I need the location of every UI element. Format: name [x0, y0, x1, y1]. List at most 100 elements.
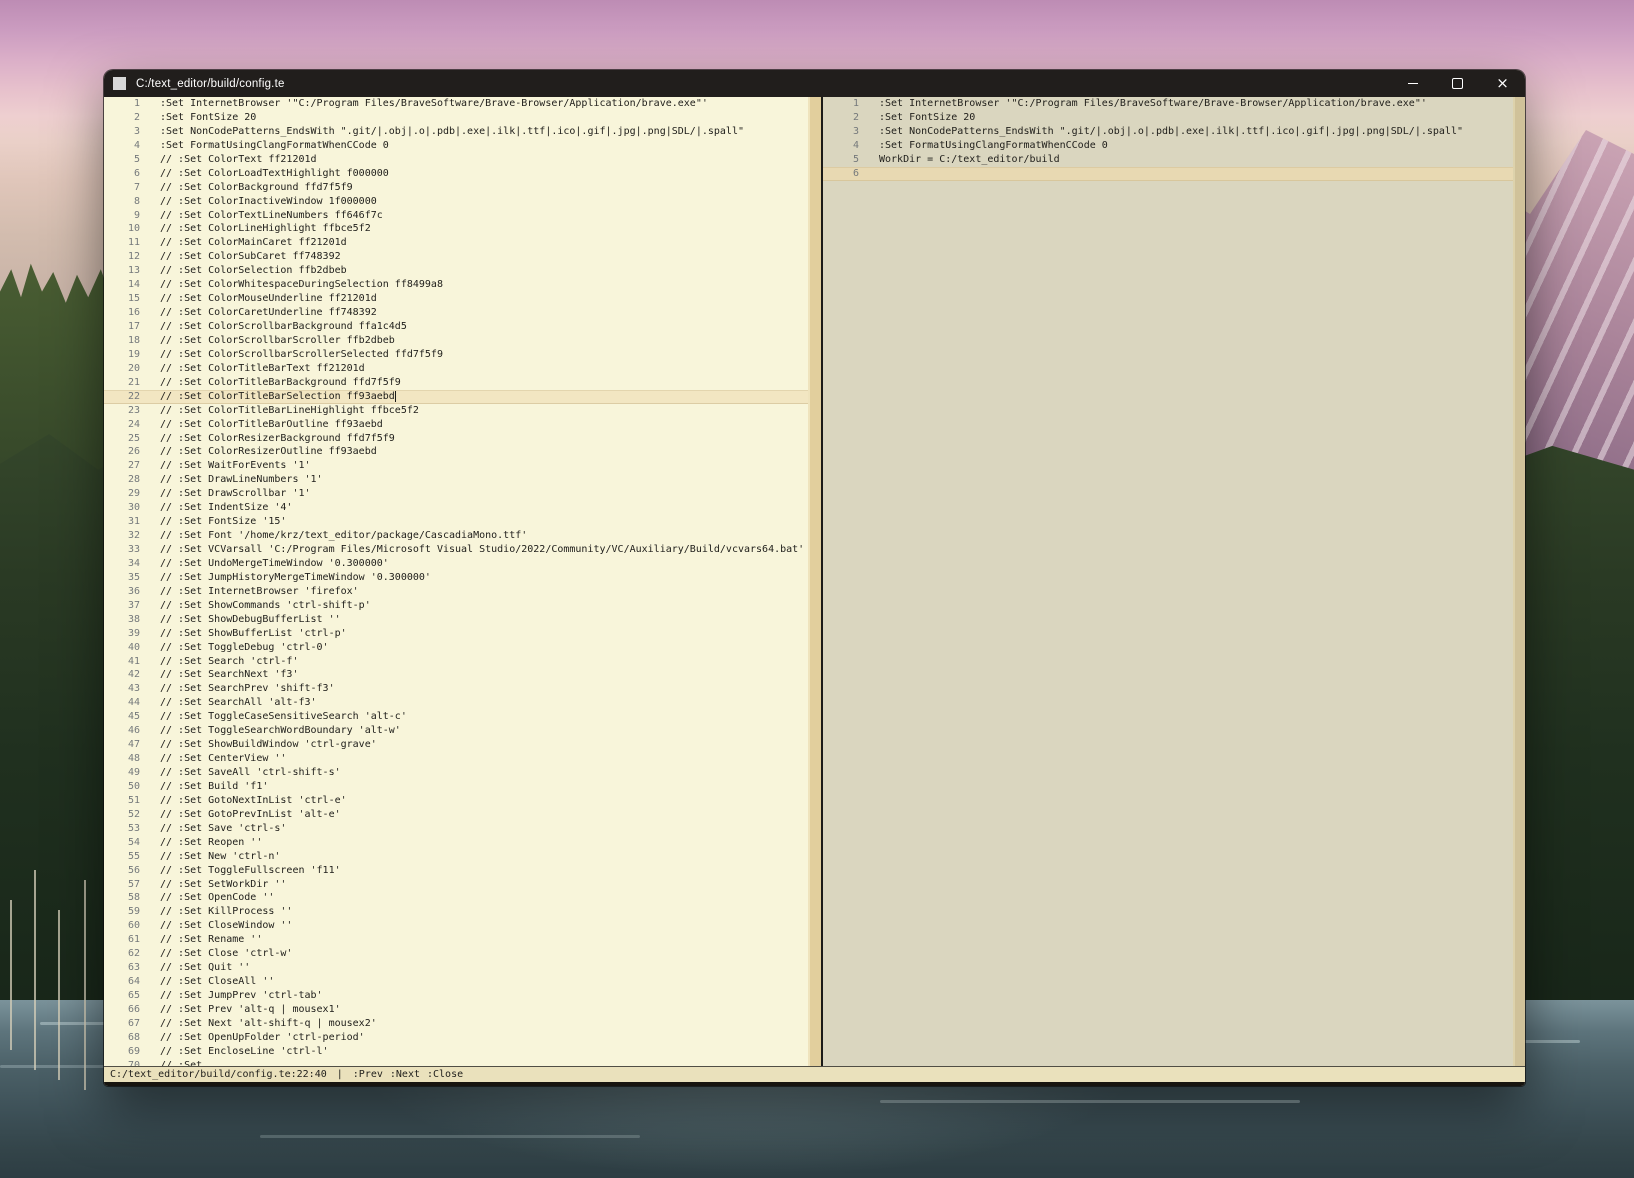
code-line[interactable]: 49// :Set SaveAll 'ctrl-shift-s': [104, 766, 808, 780]
code-line[interactable]: 57// :Set SetWorkDir '': [104, 878, 808, 892]
code-line[interactable]: 14// :Set ColorWhitespaceDuringSelection…: [104, 278, 808, 292]
line-number: 43: [104, 682, 140, 696]
code-line[interactable]: 63// :Set Quit '': [104, 961, 808, 975]
code-line[interactable]: 58// :Set OpenCode '': [104, 891, 808, 905]
code-line[interactable]: 24// :Set ColorTitleBarOutline ff93aebd: [104, 418, 808, 432]
code-line[interactable]: 27// :Set WaitForEvents '1': [104, 459, 808, 473]
code-line[interactable]: 22// :Set ColorTitleBarSelection ff93aeb…: [104, 390, 808, 404]
code-line[interactable]: 50// :Set Build 'f1': [104, 780, 808, 794]
code-line[interactable]: 5// :Set ColorText ff21201d: [104, 153, 808, 167]
code-line[interactable]: 12// :Set ColorSubCaret ff748392: [104, 250, 808, 264]
code-line[interactable]: 26// :Set ColorResizerOutline ff93aebd: [104, 445, 808, 459]
code-line[interactable]: 62// :Set Close 'ctrl-w': [104, 947, 808, 961]
title-bar[interactable]: C:/text_editor/build/config.te ×: [104, 70, 1525, 97]
code-line[interactable]: 45// :Set ToggleCaseSensitiveSearch 'alt…: [104, 710, 808, 724]
code-line[interactable]: 10// :Set ColorLineHighlight ffbce5f2: [104, 222, 808, 236]
code-line[interactable]: 59// :Set KillProcess '': [104, 905, 808, 919]
code-line[interactable]: 54// :Set Reopen '': [104, 836, 808, 850]
code-line[interactable]: 13// :Set ColorSelection ffb2dbeb: [104, 264, 808, 278]
code-line[interactable]: 56// :Set ToggleFullscreen 'f11': [104, 864, 808, 878]
code-line[interactable]: 51// :Set GotoNextInList 'ctrl-e': [104, 794, 808, 808]
code-line[interactable]: 8// :Set ColorInactiveWindow 1f000000: [104, 195, 808, 209]
editor-pane-inactive[interactable]: 1:Set InternetBrowser '"C:/Program Files…: [823, 97, 1513, 1066]
right-scrollbar[interactable]: [1513, 97, 1525, 1066]
code-line[interactable]: 69// :Set EncloseLine 'ctrl-l': [104, 1045, 808, 1059]
code-line[interactable]: 2:Set FontSize 20: [104, 111, 808, 125]
code-line[interactable]: 43// :Set SearchPrev 'shift-f3': [104, 682, 808, 696]
code-line[interactable]: 48// :Set CenterView '': [104, 752, 808, 766]
left-scrollbar-thumb[interactable]: [810, 97, 821, 1066]
close-button[interactable]: ×: [1480, 70, 1525, 97]
line-number: 4: [104, 139, 140, 153]
code-line[interactable]: 66// :Set Prev 'alt-q | mousex1': [104, 1003, 808, 1017]
code-line[interactable]: 53// :Set Save 'ctrl-s': [104, 822, 808, 836]
code-line[interactable]: 17// :Set ColorScrollbarBackground ffa1c…: [104, 320, 808, 334]
code-line[interactable]: 29// :Set DrawScrollbar '1': [104, 487, 808, 501]
status-commands: :Prev :Next :Close: [353, 1068, 463, 1082]
code-line[interactable]: 5WorkDir = C:/text_editor/build: [823, 153, 1513, 167]
status-command[interactable]: :Next: [390, 1068, 420, 1082]
code-line[interactable]: 6// :Set ColorLoadTextHighlight f000000: [104, 167, 808, 181]
code-line[interactable]: 21// :Set ColorTitleBarBackground ffd7f5…: [104, 376, 808, 390]
line-text: :Set FontSize 20: [160, 111, 256, 125]
code-line[interactable]: 35// :Set JumpHistoryMergeTimeWindow '0.…: [104, 571, 808, 585]
code-line[interactable]: 47// :Set ShowBuildWindow 'ctrl-grave': [104, 738, 808, 752]
code-line[interactable]: 18// :Set ColorScrollbarScroller ffb2dbe…: [104, 334, 808, 348]
left-scrollbar[interactable]: [808, 97, 821, 1066]
maximize-button[interactable]: [1435, 70, 1480, 97]
code-line[interactable]: 67// :Set Next 'alt-shift-q | mousex2': [104, 1017, 808, 1031]
code-line[interactable]: 3:Set NonCodePatterns_EndsWith ".git/|.o…: [823, 125, 1513, 139]
code-line[interactable]: 11// :Set ColorMainCaret ff21201d: [104, 236, 808, 250]
code-line[interactable]: 68// :Set OpenUpFolder 'ctrl-period': [104, 1031, 808, 1045]
code-line[interactable]: 30// :Set IndentSize '4': [104, 501, 808, 515]
line-number: 67: [104, 1017, 140, 1031]
code-line[interactable]: 44// :Set SearchAll 'alt-f3': [104, 696, 808, 710]
line-text: // :Set SetWorkDir '': [160, 878, 286, 892]
code-line[interactable]: 3:Set NonCodePatterns_EndsWith ".git/|.o…: [104, 125, 808, 139]
code-line[interactable]: 42// :Set SearchNext 'f3': [104, 668, 808, 682]
code-line[interactable]: 6: [823, 167, 1513, 181]
code-line[interactable]: 64// :Set CloseAll '': [104, 975, 808, 989]
right-editor-lines: 1:Set InternetBrowser '"C:/Program Files…: [823, 97, 1513, 181]
line-number: 42: [104, 668, 140, 682]
code-line[interactable]: 40// :Set ToggleDebug 'ctrl-0': [104, 641, 808, 655]
code-line[interactable]: 28// :Set DrawLineNumbers '1': [104, 473, 808, 487]
code-line[interactable]: 46// :Set ToggleSearchWordBoundary 'alt-…: [104, 724, 808, 738]
code-line[interactable]: 33// :Set VCVarsall 'C:/Program Files/Mi…: [104, 543, 808, 557]
minimize-button[interactable]: [1390, 70, 1435, 97]
status-separator: |: [337, 1068, 343, 1082]
code-line[interactable]: 65// :Set JumpPrev 'ctrl-tab': [104, 989, 808, 1003]
code-line[interactable]: 41// :Set Search 'ctrl-f': [104, 655, 808, 669]
code-line[interactable]: 25// :Set ColorResizerBackground ffd7f5f…: [104, 432, 808, 446]
code-line[interactable]: 1:Set InternetBrowser '"C:/Program Files…: [823, 97, 1513, 111]
code-line[interactable]: 19// :Set ColorScrollbarScrollerSelected…: [104, 348, 808, 362]
code-line[interactable]: 38// :Set ShowDebugBufferList '': [104, 613, 808, 627]
code-line[interactable]: 61// :Set Rename '': [104, 933, 808, 947]
code-line[interactable]: 55// :Set New 'ctrl-n': [104, 850, 808, 864]
code-line[interactable]: 15// :Set ColorMouseUnderline ff21201d: [104, 292, 808, 306]
code-line[interactable]: 37// :Set ShowCommands 'ctrl-shift-p': [104, 599, 808, 613]
code-line[interactable]: 39// :Set ShowBufferList 'ctrl-p': [104, 627, 808, 641]
line-number: 6: [823, 167, 859, 181]
code-line[interactable]: 60// :Set CloseWindow '': [104, 919, 808, 933]
code-line[interactable]: 36// :Set InternetBrowser 'firefox': [104, 585, 808, 599]
right-scrollbar-thumb[interactable]: [1515, 97, 1525, 1066]
editor-pane-active[interactable]: 1:Set InternetBrowser '"C:/Program Files…: [104, 97, 808, 1066]
code-line[interactable]: 34// :Set UndoMergeTimeWindow '0.300000': [104, 557, 808, 571]
code-line[interactable]: 9// :Set ColorTextLineNumbers ff646f7c: [104, 209, 808, 223]
status-command[interactable]: :Prev: [353, 1068, 383, 1082]
code-line[interactable]: 7// :Set ColorBackground ffd7f5f9: [104, 181, 808, 195]
code-line[interactable]: 23// :Set ColorTitleBarLineHighlight ffb…: [104, 404, 808, 418]
status-command[interactable]: :Close: [427, 1068, 463, 1082]
code-line[interactable]: 4:Set FormatUsingClangFormatWhenCCode 0: [104, 139, 808, 153]
code-line[interactable]: 52// :Set GotoPrevInList 'alt-e': [104, 808, 808, 822]
code-line[interactable]: 31// :Set FontSize '15': [104, 515, 808, 529]
code-line[interactable]: 32// :Set Font '/home/krz/text_editor/pa…: [104, 529, 808, 543]
code-line[interactable]: 20// :Set ColorTitleBarText ff21201d: [104, 362, 808, 376]
line-text: :Set InternetBrowser '"C:/Program Files/…: [879, 97, 1427, 111]
line-text: // :Set ColorSelection ffb2dbeb: [160, 264, 347, 278]
code-line[interactable]: 1:Set InternetBrowser '"C:/Program Files…: [104, 97, 808, 111]
code-line[interactable]: 2:Set FontSize 20: [823, 111, 1513, 125]
code-line[interactable]: 4:Set FormatUsingClangFormatWhenCCode 0: [823, 139, 1513, 153]
code-line[interactable]: 16// :Set ColorCaretUnderline ff748392: [104, 306, 808, 320]
